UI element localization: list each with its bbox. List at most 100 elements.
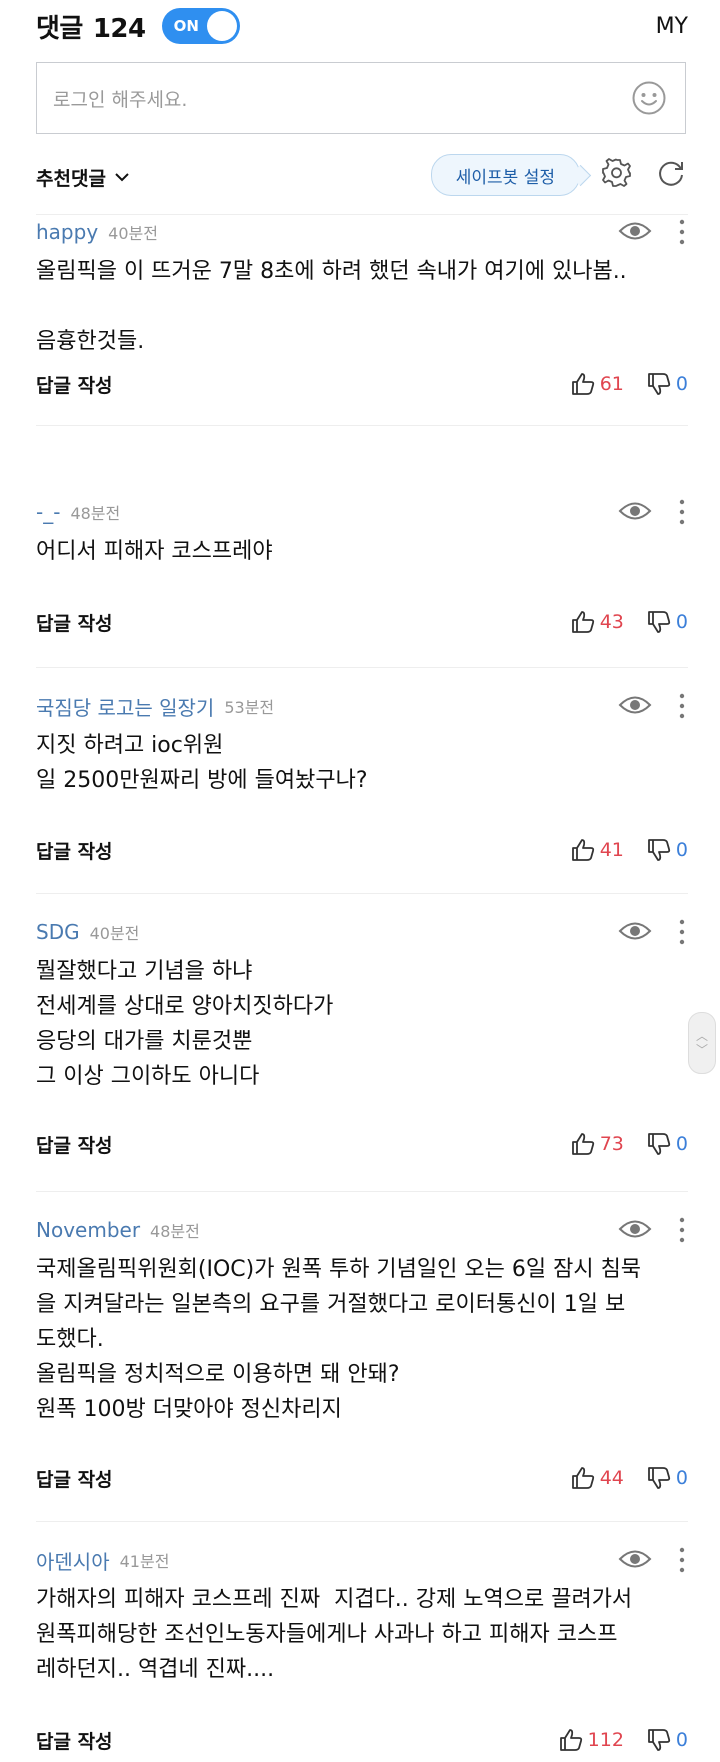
comment-author[interactable]: 국짐당 로고는 일장기 [36,692,214,721]
more-options-icon[interactable] [676,498,688,526]
thumbs-down-icon [648,611,671,633]
comment-text: 뭘잘했다고 기념을 하냐 전세계를 상대로 양아치짓하다가 응당의 대가를 치룬… [36,954,688,1094]
comment-author[interactable]: SDG [36,920,80,944]
dislike-count: 0 [675,1133,688,1155]
comment-author[interactable]: 아덴시아 [36,1546,110,1575]
comment-header: November 48분전 [36,1210,688,1250]
dislike-button[interactable]: 0 [646,1727,688,1753]
like-button[interactable]: 73 [570,1131,624,1157]
eye-icon[interactable] [618,692,652,718]
chevron-down-icon [115,173,129,182]
dislike-button[interactable]: 0 [646,371,688,397]
comment-text: 어디서 피해자 코스프레야 [36,534,688,569]
dislike-count: 0 [675,839,688,861]
comment-input[interactable]: 로그인 해주세요. [36,62,686,134]
dislike-button[interactable]: 0 [646,1465,688,1491]
comment-item: SDG 40분전 뭘잘했다고 기념을 하냐 전세계를 상대로 양아치짓하다가 응… [36,912,688,1192]
dislike-button[interactable]: 0 [646,837,688,863]
thumbs-up-icon [571,1133,594,1155]
thumbs-down-icon [648,839,671,861]
emoji-icon[interactable] [631,80,667,116]
more-options-icon[interactable] [676,918,688,946]
like-count: 44 [599,1467,624,1489]
dislike-button[interactable]: 0 [646,609,688,635]
comments-title-label: 댓글 [36,13,83,44]
scroll-handle[interactable]: ︿ ﹀ [688,1012,716,1074]
comment-line [36,289,688,324]
like-button[interactable]: 43 [570,609,624,635]
reply-button[interactable]: 답글 작성 [36,1465,113,1492]
like-count: 112 [587,1729,624,1751]
comment-text: 지짓 하려고 ioc위원 일 2500만원짜리 방에 들여놨구나? [36,728,688,798]
dislike-count: 0 [675,611,688,633]
comment-line: 뭘잘했다고 기념을 하냐 [36,959,253,984]
like-button[interactable]: 112 [558,1727,624,1753]
gear-icon[interactable] [600,156,634,190]
comment-line: 지짓 하려고 ioc위원 [36,733,224,758]
dislike-count: 0 [675,373,688,395]
comment-line: 원폭 100방 더맞아야 정신차리지 [36,1397,342,1422]
dislike-button[interactable]: 0 [646,1131,688,1157]
more-options-icon[interactable] [676,692,688,720]
thumbs-down-icon [648,1467,671,1489]
comment-footer: 답글 작성 44 0 [36,1460,688,1496]
comment-header: 아덴시아 41분전 [36,1540,688,1580]
like-count: 73 [599,1133,624,1155]
comment-text: 가해자의 피해자 코스프레 진짜 지겹다.. 강제 노역으로 끌려가서 원폭피해… [36,1582,688,1687]
comments-toggle[interactable]: ON [161,8,240,44]
comment-line: 그 이상 그이하도 아니다 [36,1064,260,1089]
dislike-count: 0 [675,1729,688,1751]
comment-line: 레하던지.. 역겹네 진짜.... [36,1657,275,1682]
comments-header: 댓글 124 ON MY [36,0,688,52]
comment-author[interactable]: -_- [36,500,60,524]
eye-icon[interactable] [618,1546,652,1572]
dislike-count: 0 [675,1467,688,1489]
vote-group: 44 0 [570,1460,688,1496]
comment-author[interactable]: happy [36,220,98,244]
refresh-icon[interactable] [654,156,688,190]
eye-icon[interactable] [618,918,652,944]
comment-author[interactable]: November [36,1218,140,1242]
comment-header: happy 40분전 [36,212,688,252]
comment-time: 40분전 [108,224,158,243]
reply-button[interactable]: 답글 작성 [36,609,113,636]
thumbs-up-icon [571,611,594,633]
like-count: 43 [599,611,624,633]
reply-button[interactable]: 답글 작성 [36,1727,113,1754]
comment-line: 올림픽을 이 뜨거운 7말 8초에 하려 했던 속내가 여기에 있나봄.. [36,259,627,284]
comment-line: 을 지켜달라는 일본측의 요구를 거절했다고 로이터통신이 1일 보 [36,1292,626,1317]
my-link[interactable]: MY [656,14,688,39]
more-options-icon[interactable] [676,1546,688,1574]
comment-line: 음흉한것들. [36,329,145,354]
reply-button[interactable]: 답글 작성 [36,371,113,398]
like-button[interactable]: 61 [570,371,624,397]
eye-icon[interactable] [618,218,652,244]
eye-icon[interactable] [618,1216,652,1242]
comment-item: 국짐당 로고는 일장기 53분전 지짓 하려고 ioc위원 일 2500만원짜리… [36,686,688,894]
like-button[interactable]: 41 [570,837,624,863]
comments-title: 댓글 124 [36,8,146,45]
more-options-icon[interactable] [676,1216,688,1244]
eye-icon[interactable] [618,498,652,524]
reply-button[interactable]: 답글 작성 [36,1131,113,1158]
comment-footer: 답글 작성 73 0 [36,1126,688,1162]
thumbs-down-icon [648,1133,671,1155]
comment-item: November 48분전 국제올림픽위원회(IOC)가 원폭 투하 기념일인 … [36,1210,688,1522]
comment-text: 올림픽을 이 뜨거운 7말 8초에 하려 했던 속내가 여기에 있나봄.. 음흉… [36,254,688,359]
comment-line: 전세계를 상대로 양아치짓하다가 [36,994,334,1019]
sort-dropdown[interactable]: 추천댓글 [36,164,130,191]
more-options-icon[interactable] [676,218,688,246]
thumbs-up-icon [571,839,594,861]
safebot-settings-button[interactable]: 세이프봇 설정 [430,154,580,196]
comments-page: 댓글 124 ON MY 로그인 해주세요. 추천댓글 세이프봇 설정 happ… [0,0,720,1762]
comment-header: -_- 48분전 [36,492,688,532]
vote-group: 73 0 [570,1126,688,1162]
toggle-knob [206,11,237,41]
comment-time: 48분전 [70,504,121,523]
reply-button[interactable]: 답글 작성 [36,837,113,864]
thumbs-up-icon [559,1729,582,1751]
thumbs-down-icon [648,373,671,395]
vote-group: 112 0 [558,1722,688,1758]
like-button[interactable]: 44 [570,1465,624,1491]
divider [36,667,688,668]
